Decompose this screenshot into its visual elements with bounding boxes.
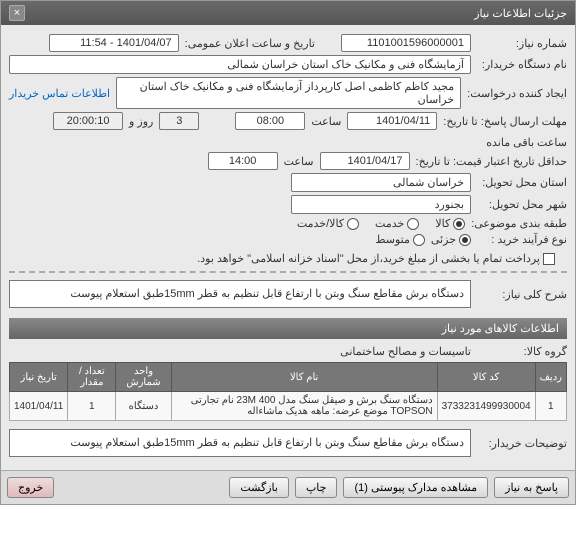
- window-title: جزئیات اطلاعات نیاز: [474, 7, 567, 20]
- exit-button[interactable]: خروج: [7, 477, 54, 498]
- print-button[interactable]: چاپ: [295, 477, 338, 498]
- ann-datetime-label: تاریخ و ساعت اعلان عمومی:: [185, 37, 315, 50]
- ann-datetime-field: 1401/04/07 - 11:54: [49, 34, 179, 52]
- th-code: کد کالا: [437, 363, 535, 392]
- radio-checked-icon: [459, 234, 471, 246]
- need-desc-label: شرح کلی نیاز:: [477, 288, 567, 301]
- contact-info-link[interactable]: اطلاعات تماس خریدار: [9, 87, 110, 100]
- back-button[interactable]: بازگشت: [229, 477, 289, 498]
- remaining-label: ساعت باقی مانده: [486, 136, 567, 149]
- valid-label: حداقل تاریخ اعتبار قیمت: تا تاریخ:: [416, 155, 567, 168]
- goods-group-value: تاسیسات و مصالح ساختمانی: [340, 345, 471, 358]
- buyer-notes-field: دستگاه برش مقاطع سنگ وبتن با ارتفاع قابل…: [9, 429, 471, 457]
- requester-field: مجید کاظم کاظمی اصل کارپرداز آزمایشگاه ف…: [116, 77, 461, 109]
- radio-icon: [347, 218, 359, 230]
- radio-icon: [407, 218, 419, 230]
- goods-table: ردیف کد کالا نام کالا واحد شمارش تعداد /…: [9, 362, 567, 421]
- days-and-label: روز و: [129, 115, 153, 128]
- subject-option-service[interactable]: خدمت: [375, 217, 419, 230]
- table-row[interactable]: 1 3733231499930004 دستگاه سنگ برش و صیقل…: [10, 392, 567, 421]
- buy-option-medium[interactable]: متوسط: [375, 233, 425, 246]
- need-no-field: 1101001596000001: [341, 34, 471, 52]
- province-field: خراسان شمالی: [291, 173, 471, 192]
- days-left-field: 3: [159, 112, 199, 130]
- td-name: دستگاه سنگ برش و صیقل سنگ مدل 400 23M نا…: [171, 392, 437, 421]
- hour-label-1: ساعت: [311, 115, 341, 128]
- hour-label-2: ساعت: [284, 155, 314, 168]
- td-code: 3733231499930004: [437, 392, 535, 421]
- td-idx: 1: [535, 392, 566, 421]
- th-idx: ردیف: [535, 363, 566, 392]
- buyer-notes-label: توضیحات خریدار:: [477, 437, 567, 450]
- valid-date-field: 1401/04/17: [320, 152, 410, 170]
- subject-cat-label: طبقه بندی موضوعی:: [471, 217, 567, 230]
- reply-button[interactable]: پاسخ به نیاز: [494, 477, 569, 498]
- radio-checked-icon: [453, 218, 465, 230]
- divider: [9, 271, 567, 273]
- buyer-org-field: آزمایشگاه فنی و مکانیک خاک استان خراسان …: [9, 55, 471, 74]
- subject-option-both[interactable]: کالا/خدمت: [297, 217, 359, 230]
- deadline-time-field: 08:00: [235, 112, 305, 130]
- footer-toolbar: پاسخ به نیاز مشاهده مدارک پیوستی (1) چاپ…: [1, 470, 575, 504]
- valid-time-field: 14:00: [208, 152, 278, 170]
- checkbox-icon: [543, 253, 555, 265]
- titlebar: جزئیات اطلاعات نیاز ×: [1, 1, 575, 25]
- th-qty: تعداد / مقدار: [68, 363, 116, 392]
- th-unit: واحد شمارش: [116, 363, 171, 392]
- td-qty: 1: [68, 392, 116, 421]
- buy-process-label: نوع فرآیند خرید :: [477, 233, 567, 246]
- province-label: استان محل تحویل:: [477, 176, 567, 189]
- buy-option-minor[interactable]: جزئی: [431, 233, 471, 246]
- subject-option-goods[interactable]: کالا: [435, 217, 465, 230]
- goods-group-label: گروه کالا:: [477, 345, 567, 358]
- deadline-date-field: 1401/04/11: [347, 112, 437, 130]
- window: جزئیات اطلاعات نیاز × شماره نیاز: 110100…: [0, 0, 576, 505]
- td-unit: دستگاه: [116, 392, 171, 421]
- th-date: تاریخ نیاز: [10, 363, 68, 392]
- need-no-label: شماره نیاز:: [477, 37, 567, 50]
- buyer-org-label: نام دستگاه خریدار:: [477, 58, 567, 71]
- th-name: نام کالا: [171, 363, 437, 392]
- td-date: 1401/04/11: [10, 392, 68, 421]
- time-left-field: 20:00:10: [53, 112, 123, 130]
- city-label: شهر محل تحویل:: [477, 198, 567, 211]
- radio-icon: [413, 234, 425, 246]
- goods-info-bar: اطلاعات كالاهای مورد نیاز: [9, 318, 567, 339]
- need-desc-field: دستگاه برش مقاطع سنگ وبتن با ارتفاع قابل…: [9, 280, 471, 308]
- requester-label: ایجاد کننده درخواست:: [467, 87, 567, 100]
- deadline-label: مهلت ارسال پاسخ: تا تاریخ:: [443, 115, 567, 128]
- subject-cat-group: کالا خدمت کالا/خدمت: [297, 217, 465, 230]
- city-field: بجنورد: [291, 195, 471, 214]
- attachments-button[interactable]: مشاهده مدارک پیوستی (1): [343, 477, 488, 498]
- treasury-checkbox[interactable]: پرداخت تمام یا بخشی از مبلغ خرید،از محل …: [197, 252, 555, 265]
- close-icon[interactable]: ×: [9, 5, 25, 21]
- content-area: شماره نیاز: 1101001596000001 تاریخ و ساع…: [1, 25, 575, 470]
